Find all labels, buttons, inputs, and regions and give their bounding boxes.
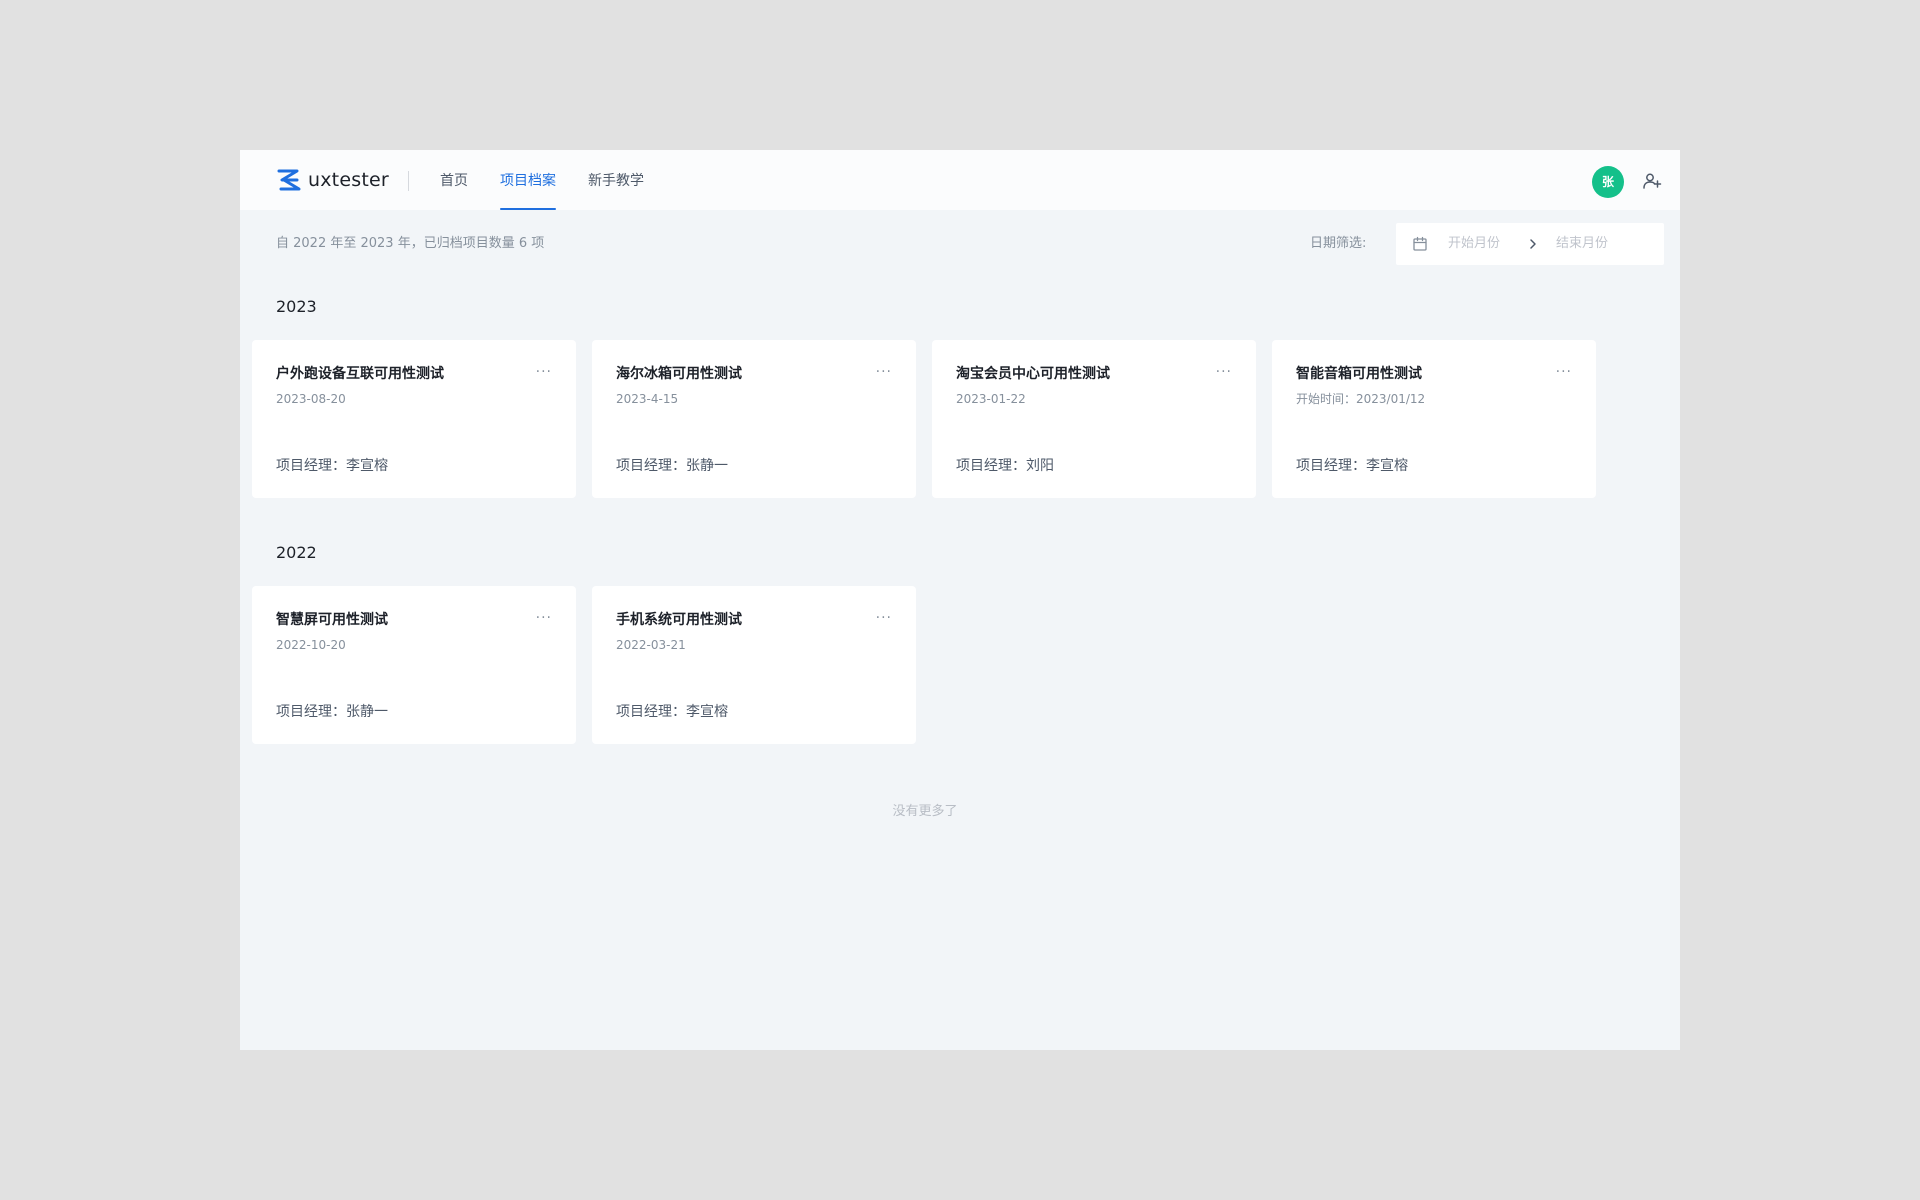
brand-name: uxtester	[308, 169, 389, 191]
project-manager: 项目经理：李宣榕	[616, 704, 728, 720]
more-options-icon[interactable]: ···	[1556, 364, 1572, 380]
project-date: 2022-03-21	[616, 638, 686, 652]
project-manager: 项目经理：张静一	[276, 704, 388, 720]
project-card[interactable]: 户外跑设备互联可用性测试 ··· 2023-08-20 项目经理：李宣榕	[252, 340, 576, 498]
nav-item-tutorial[interactable]: 新手教学	[588, 150, 644, 210]
project-date: 2023-01-22	[956, 392, 1026, 406]
project-title: 智能音箱可用性测试	[1296, 366, 1422, 382]
project-date: 2023-4-15	[616, 392, 679, 406]
project-card[interactable]: 海尔冰箱可用性测试 ··· 2023-4-15 项目经理：张静一	[592, 340, 916, 498]
user-avatar[interactable]: 张	[1592, 166, 1624, 198]
end-month-input[interactable]: 结束月份	[1556, 234, 1608, 254]
nav-divider	[408, 171, 409, 191]
project-manager: 项目经理：张静一	[616, 458, 728, 474]
nav-item-project-archive[interactable]: 项目档案	[500, 150, 556, 210]
year-heading: 2023	[276, 297, 317, 316]
project-manager: 项目经理：李宣榕	[1296, 458, 1408, 474]
app-window: uxtester 首页 项目档案 新手教学 张 自 2022 年至 2023 年…	[240, 150, 1680, 1050]
date-filter-label: 日期筛选:	[1310, 236, 1367, 251]
archive-summary: 自 2022 年至 2023 年，已归档项目数量 6 项	[276, 236, 545, 251]
more-options-icon[interactable]: ···	[536, 364, 552, 380]
project-date: 2023-08-20	[276, 392, 346, 406]
year-heading: 2022	[276, 543, 317, 562]
project-date: 2022-10-20	[276, 638, 346, 652]
more-options-icon[interactable]: ···	[536, 610, 552, 626]
project-title: 智慧屏可用性测试	[276, 612, 388, 628]
no-more-text: 没有更多了	[892, 804, 958, 819]
top-navbar: uxtester 首页 项目档案 新手教学 张	[240, 150, 1680, 210]
uxtester-logo-icon	[277, 169, 301, 191]
project-date: 开始时间：2023/01/12	[1296, 392, 1426, 406]
calendar-icon	[1413, 236, 1427, 251]
project-title: 户外跑设备互联可用性测试	[276, 366, 444, 382]
add-user-icon[interactable]	[1642, 171, 1662, 191]
project-card[interactable]: 手机系统可用性测试 ··· 2022-03-21 项目经理：李宣榕	[592, 586, 916, 744]
more-options-icon[interactable]: ···	[1216, 364, 1232, 380]
nav-item-home[interactable]: 首页	[440, 150, 468, 210]
project-title: 手机系统可用性测试	[616, 612, 742, 628]
project-card[interactable]: 智能音箱可用性测试 ··· 开始时间：2023/01/12 项目经理：李宣榕	[1272, 340, 1596, 498]
more-options-icon[interactable]: ···	[876, 610, 892, 626]
project-manager: 项目经理：李宣榕	[276, 458, 388, 474]
brand-logo[interactable]: uxtester	[276, 167, 389, 193]
date-range-picker[interactable]: 开始月份 结束月份	[1396, 223, 1664, 265]
project-title: 淘宝会员中心可用性测试	[956, 366, 1110, 382]
project-manager: 项目经理：刘阳	[956, 458, 1054, 474]
start-month-input[interactable]: 开始月份	[1448, 234, 1500, 254]
project-card[interactable]: 淘宝会员中心可用性测试 ··· 2023-01-22 项目经理：刘阳	[932, 340, 1256, 498]
chevron-right-icon	[1530, 239, 1536, 249]
project-title: 海尔冰箱可用性测试	[616, 366, 742, 382]
project-card[interactable]: 智慧屏可用性测试 ··· 2022-10-20 项目经理：张静一	[252, 586, 576, 744]
more-options-icon[interactable]: ···	[876, 364, 892, 380]
